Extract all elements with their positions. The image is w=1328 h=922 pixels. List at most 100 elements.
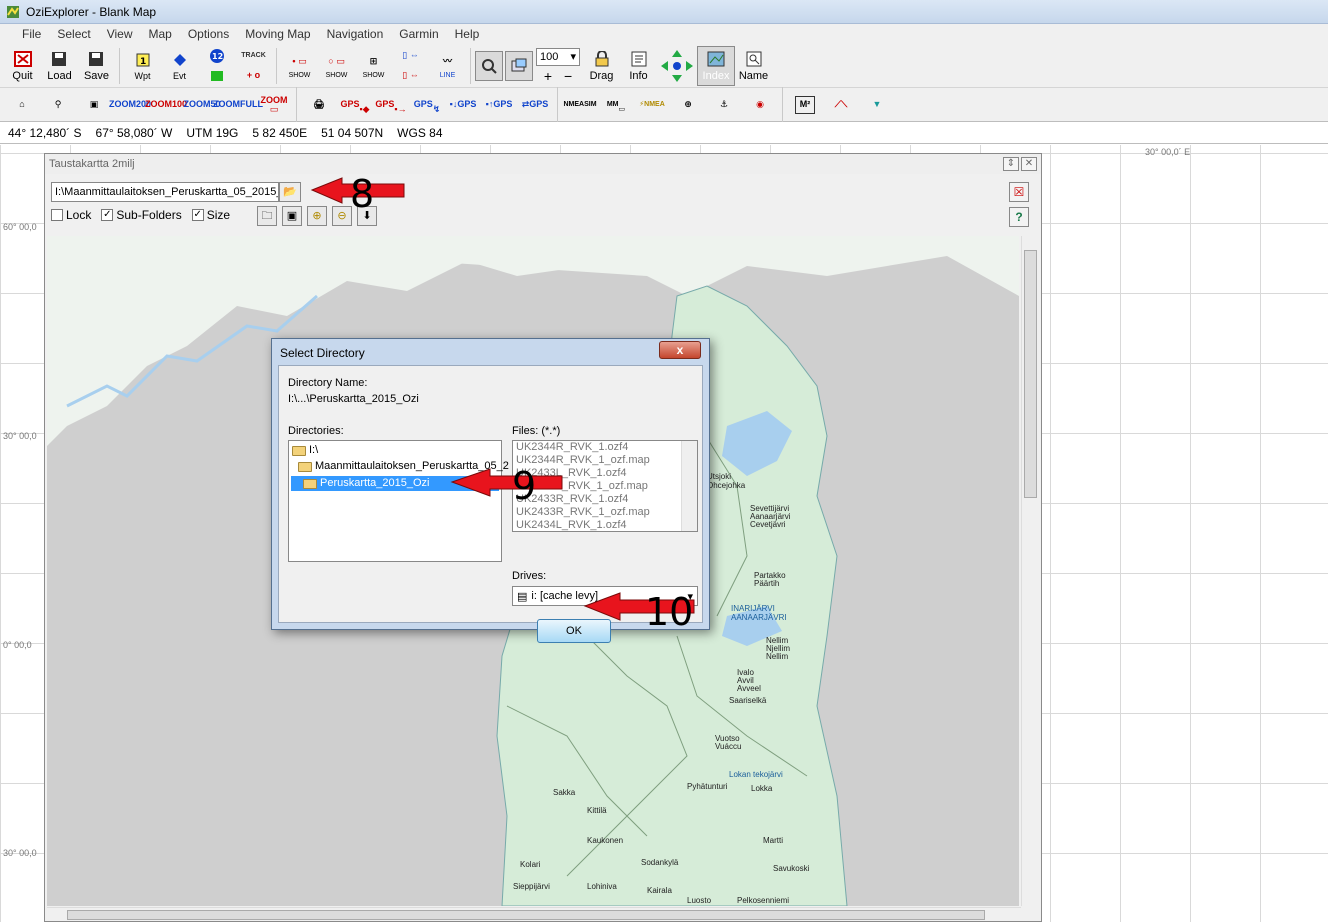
map-image-icon[interactable]: ▣ — [282, 206, 302, 226]
nmea-sim-icon: NMEA SIM — [563, 101, 597, 108]
zoom-in-icon[interactable]: ⊕ — [307, 206, 327, 226]
map-horizontal-scroll-thumb[interactable] — [67, 910, 985, 920]
directories-list[interactable]: I:\ Maanmittaulaitoksen_Peruskartta_05_2… — [288, 440, 509, 562]
restore-window-button[interactable]: ⇕ — [1003, 157, 1019, 171]
track-plus-icon: + o — [246, 70, 261, 80]
map-place-label: Ohcejohka — [707, 481, 746, 490]
index-options-row: Lock ✓ Sub-Folders ✓ Size — [51, 208, 230, 222]
load-map-icon[interactable]: 🗀 — [257, 206, 277, 226]
map-vertical-scroll-thumb[interactable] — [1024, 250, 1037, 498]
file-item[interactable]: UK2344R_RVK_1.ozf4 — [513, 441, 697, 454]
route-button[interactable]: 12 — [198, 46, 235, 86]
show-route-button[interactable]: ⊞ SHOW — [355, 46, 392, 86]
ok-button[interactable]: OK — [537, 619, 611, 643]
dialog-close-button[interactable]: x — [659, 341, 701, 359]
close-index-button[interactable]: ☒ — [1009, 182, 1029, 202]
dialog-body: Directory Name: I:\...\Peruskartta_2015_… — [278, 365, 703, 643]
file-item[interactable]: UK2433R_RVK_1_ozf.map — [513, 506, 697, 519]
gps-route-upload-button[interactable]: ▪↓ GPS — [445, 90, 481, 120]
help-icon[interactable]: ? — [1009, 207, 1029, 227]
browse-folder-button[interactable]: 📂 — [279, 182, 301, 202]
track-log-button[interactable]: ⌂ — [4, 90, 40, 120]
waypoint-button[interactable]: 1 Wpt — [124, 46, 161, 86]
map-window-button[interactable] — [505, 50, 533, 81]
event-button[interactable]: Evt — [161, 46, 198, 86]
gps-download-waypoints-button[interactable]: GPS ▪→ — [373, 90, 409, 120]
drag-button[interactable]: Drag — [583, 46, 620, 86]
menu-help[interactable]: Help — [447, 27, 488, 41]
gps-track-button[interactable]: GPS ↯ — [409, 90, 445, 120]
menu-moving-map[interactable]: Moving Map — [237, 27, 318, 41]
anchor-button[interactable]: ⚓ — [706, 90, 742, 120]
gps-upload-waypoints-button[interactable]: GPS ▪◆ — [337, 90, 373, 120]
open-folder-icon — [298, 461, 312, 472]
area-button[interactable]: M² — [787, 90, 823, 120]
find-magnifier-button[interactable] — [475, 50, 503, 81]
subfolders-checkbox[interactable]: ✓ Sub-Folders — [101, 208, 182, 222]
menu-select[interactable]: Select — [49, 27, 98, 41]
toolbar-separator — [276, 47, 277, 84]
nmea-button[interactable]: ⚡ NMEA — [634, 90, 670, 120]
map-horizontal-scrollbar[interactable] — [47, 907, 1021, 921]
file-item[interactable]: UK2433L_RVK_1.ozf4 — [513, 467, 697, 480]
distance-button[interactable]: ⚲ — [40, 90, 76, 120]
gps-sync-icon: ⇄ GPS — [521, 99, 549, 109]
zoom-box-button[interactable]: ZOOM ▭ — [256, 90, 292, 120]
zoom-200-button[interactable]: ZOOM 200 — [109, 90, 151, 120]
open-folder-icon — [292, 445, 306, 456]
file-item[interactable]: UK2344R_RVK_1_ozf.map — [513, 454, 697, 467]
show-track-button[interactable]: • ▭ SHOW — [281, 46, 318, 86]
line-button[interactable]: 〰 LINE — [429, 46, 466, 86]
map-properties-button[interactable]: ▣ — [76, 90, 112, 120]
name-search-button[interactable]: Name — [735, 46, 772, 86]
file-item[interactable]: UK2433L_RVK_1_ozf.map — [513, 480, 697, 493]
info-button[interactable]: Info — [620, 46, 657, 86]
map-place-label: Vuáccu — [715, 742, 742, 751]
close-window-button[interactable]: ✕ — [1021, 157, 1037, 171]
zoom-out-icon[interactable]: ⊖ — [332, 206, 352, 226]
menu-map[interactable]: Map — [141, 27, 180, 41]
map-vertical-scrollbar[interactable] — [1021, 236, 1039, 906]
elevation-graph-button[interactable]: ⟋⟍ — [823, 90, 859, 120]
map-place-label: Kolari — [520, 860, 541, 869]
quit-button[interactable]: Quit — [4, 46, 41, 86]
directory-item-peruskartta-selected[interactable]: Peruskartta_2015_Ozi — [291, 476, 499, 491]
load-button[interactable]: Load — [41, 46, 78, 86]
menu-garmin[interactable]: Garmin — [391, 27, 446, 41]
files-list-scrollbar[interactable] — [681, 441, 697, 531]
grid-label-left: 0° 00,0 — [3, 640, 32, 650]
menu-view[interactable]: View — [99, 27, 141, 41]
moving-map-button[interactable]: MM ▭ — [598, 90, 634, 120]
zoom-100-button[interactable]: ZOOM 100 — [145, 90, 187, 120]
map-folder-path-field[interactable]: I:\Maanmittaulaitoksen_Peruskartta_05_20… — [51, 182, 279, 202]
show-points-button[interactable]: ○ ▭ SHOW — [318, 46, 355, 86]
toolbar-separator — [557, 86, 558, 123]
lifebuoy-button[interactable]: ◉ — [742, 90, 778, 120]
zoom-full-button[interactable]: ZOOM FULL — [213, 90, 263, 120]
zoom-box-icon: ZOOM ▭ — [260, 94, 288, 114]
lock-checkbox[interactable]: Lock — [51, 208, 91, 222]
files-list[interactable]: UK2344R_RVK_1.ozf4 UK2344R_RVK_1_ozf.map… — [512, 440, 698, 532]
zoom-level-select[interactable]: 100 ▾ — [536, 47, 580, 66]
menu-file[interactable]: File — [14, 27, 49, 41]
menu-navigation[interactable]: Navigation — [319, 27, 392, 41]
size-checkbox[interactable]: ✓ Size — [191, 208, 230, 222]
zoom-out-icon[interactable]: − — [564, 68, 572, 84]
menu-options[interactable]: Options — [180, 27, 237, 41]
gps-route-download-button[interactable]: ▪↑ GPS — [481, 90, 517, 120]
file-item[interactable]: UK2434L_RVK_1.ozf4 — [513, 519, 697, 531]
directory-item-root[interactable]: I:\ — [292, 443, 318, 458]
gps-sync-button[interactable]: ⇄ GPS — [517, 90, 553, 120]
zoom-in-icon[interactable]: + — [544, 68, 552, 84]
gps-connect-button[interactable]: 🖨 — [301, 90, 337, 120]
map-features-button[interactable]: ▯ ⇔ ▯ ⇔ — [392, 46, 429, 86]
file-item[interactable]: UK2433R_RVK_1.ozf4 — [513, 493, 697, 506]
save-button[interactable]: Save — [78, 46, 115, 86]
track-button[interactable]: TRACK + o — [235, 46, 272, 86]
directory-item-maanmittaulaitos[interactable]: Maanmittaulaitoksen_Peruskartta_05_2 — [298, 459, 509, 474]
move-map-button[interactable] — [657, 46, 697, 86]
nmea-sim-button[interactable]: NMEA SIM — [562, 90, 598, 120]
crosshair-button[interactable]: ⊕ — [670, 90, 706, 120]
filter-button[interactable]: ▼ — [859, 90, 895, 120]
index-button[interactable]: Index — [697, 45, 735, 86]
